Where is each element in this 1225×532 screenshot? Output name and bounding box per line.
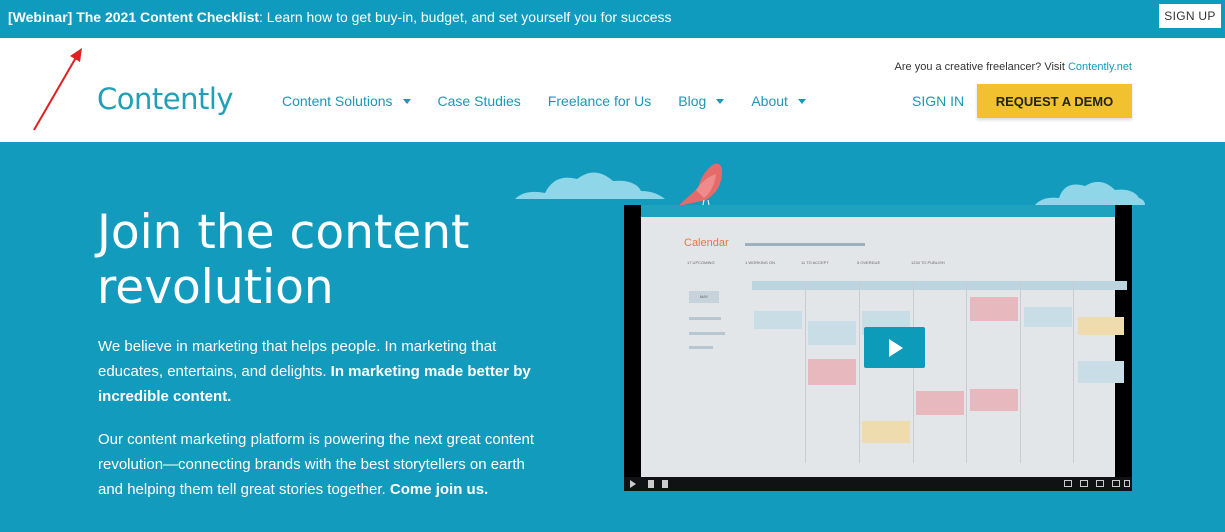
calendar-stat: 5 OVERDUE	[857, 260, 881, 265]
hero-paragraph-2: Our content marketing platform is poweri…	[98, 427, 548, 502]
grid-column	[859, 281, 860, 463]
announcement-message[interactable]: [Webinar] The 2021 Content Checklist: Le…	[8, 9, 671, 25]
video-controls	[624, 477, 1132, 491]
nav-label: Blog	[678, 93, 707, 109]
calendar-grid-header	[752, 281, 1127, 290]
site-header: Contently Are you a creative freelancer?…	[0, 38, 1225, 142]
calendar-item	[916, 391, 964, 415]
title-placeholder	[745, 243, 865, 246]
nav-label: Case Studies	[437, 93, 521, 109]
grid-column	[966, 281, 967, 463]
volume-icon[interactable]	[662, 480, 668, 488]
nav-about[interactable]: About	[751, 93, 806, 109]
calendar-stat: 1234 TO PUBLISH	[911, 260, 945, 265]
captions-icon[interactable]	[1064, 480, 1072, 487]
calendar-title: Calendar	[684, 237, 729, 249]
signup-button[interactable]: SIGN UP	[1159, 4, 1221, 28]
calendar-item	[1078, 317, 1124, 335]
nav-freelance-for-us[interactable]: Freelance for Us	[548, 93, 651, 109]
signin-link[interactable]: SIGN IN	[912, 93, 964, 109]
chevron-down-icon	[402, 98, 411, 104]
announcement-title[interactable]: [Webinar] The 2021 Content Checklist	[8, 9, 259, 25]
skip-icon[interactable]	[648, 480, 654, 488]
play-icon[interactable]	[630, 480, 636, 488]
calendar-item	[808, 359, 856, 385]
calendar-item	[970, 389, 1018, 411]
calendar-item	[862, 421, 910, 443]
play-icon	[889, 339, 903, 357]
cloud-illustration	[1035, 181, 1145, 205]
video-player[interactable]: Calendar 17 UPCOMING 1 WORKING ON 11 TO …	[624, 205, 1132, 491]
hero-paragraph-1: We believe in marketing that helps peopl…	[98, 334, 548, 409]
calendar-item	[754, 311, 802, 329]
contently-logo[interactable]: Contently	[97, 82, 234, 116]
arrow-annotation	[33, 48, 82, 131]
theater-icon[interactable]	[1112, 480, 1120, 487]
fullscreen-icon[interactable]	[1124, 480, 1130, 487]
calendar-grid	[752, 281, 1127, 463]
nav-label: About	[751, 93, 788, 109]
main-nav: Content Solutions Case Studies Freelance…	[282, 93, 833, 109]
contently-net-link[interactable]: Contently.net	[1068, 61, 1132, 73]
grid-column	[1020, 281, 1021, 463]
grid-column	[805, 281, 806, 463]
announcement-text: : Learn how to get buy-in, budget, and s…	[259, 9, 672, 25]
announcement-bar: [Webinar] The 2021 Content Checklist: Le…	[0, 0, 1225, 38]
chevron-down-icon	[716, 98, 725, 104]
sidebar-line	[689, 346, 713, 349]
calendar-item	[970, 297, 1018, 321]
calendar-item	[1078, 361, 1124, 383]
nav-blog[interactable]: Blog	[678, 93, 725, 109]
grid-column	[1073, 281, 1074, 463]
video-app-header	[641, 205, 1115, 217]
video-frame: Calendar 17 UPCOMING 1 WORKING ON 11 TO …	[641, 205, 1127, 477]
nav-label: Freelance for Us	[547, 93, 652, 109]
sidebar-line	[689, 317, 721, 320]
freelancer-prompt: Are you a creative freelancer? Visit Con…	[895, 61, 1132, 73]
calendar-item	[808, 321, 856, 345]
request-demo-button[interactable]: REQUEST A DEMO	[977, 84, 1132, 118]
calendar-stat: 17 UPCOMING	[687, 260, 715, 265]
nav-label: Content Solutions	[282, 93, 393, 109]
play-button[interactable]	[864, 327, 925, 368]
nav-content-solutions[interactable]: Content Solutions	[282, 93, 411, 109]
settings-icon[interactable]	[1080, 480, 1088, 487]
nav-case-studies[interactable]: Case Studies	[438, 93, 521, 109]
hero-title: Join the content revolution	[97, 205, 470, 315]
hero-paragraph-bold: Come join us.	[389, 481, 489, 498]
calendar-item	[1024, 307, 1072, 327]
pip-icon[interactable]	[1096, 480, 1104, 487]
grid-column	[913, 281, 914, 463]
sidebar-tab: MAY	[689, 291, 719, 303]
sidebar-line	[689, 332, 725, 335]
freelancer-prompt-text: Are you a creative freelancer? Visit	[894, 61, 1068, 73]
chevron-down-icon	[797, 98, 806, 104]
cloud-illustration	[515, 172, 665, 199]
calendar-stat: 1 WORKING ON	[745, 260, 776, 265]
calendar-stat: 11 TO ACCEPT	[801, 260, 829, 265]
